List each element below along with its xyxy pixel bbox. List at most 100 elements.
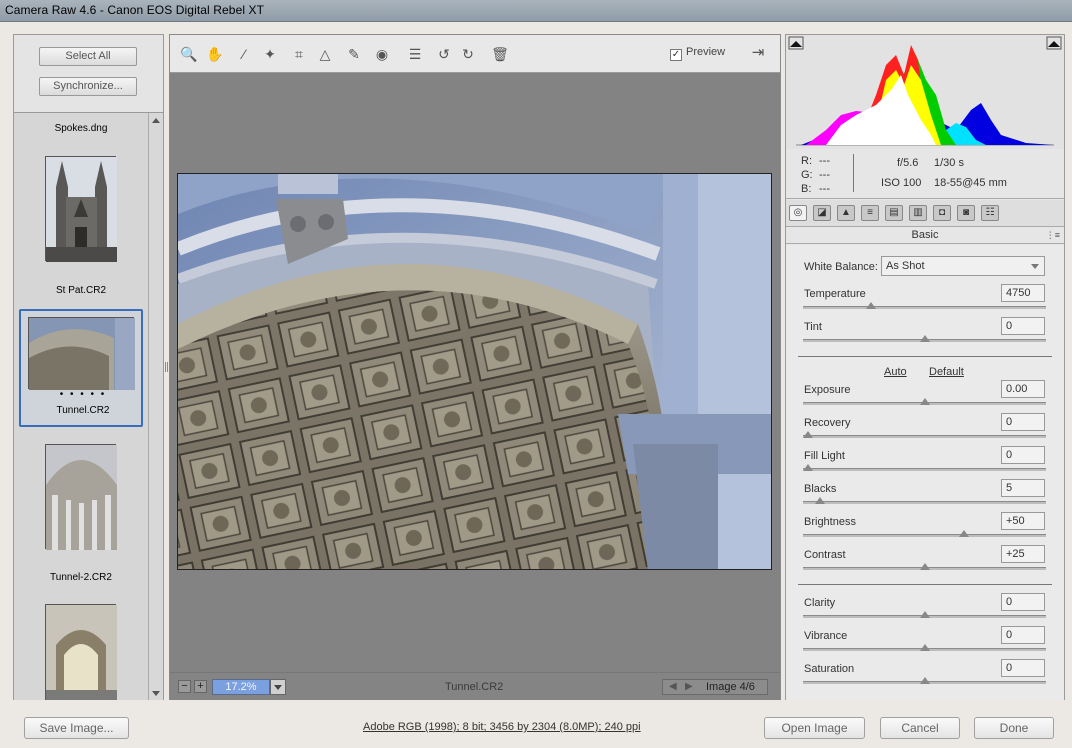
contrast-value-field[interactable]: +25 [1001,545,1045,563]
basic-tab-icon[interactable]: ◎ [789,205,807,221]
vibrance-value-field[interactable]: 0 [1001,626,1045,644]
recovery-slider[interactable] [803,431,1046,438]
saturation-value-field[interactable]: 0 [1001,659,1045,677]
zoom-level-field[interactable]: 17.2% [212,679,270,695]
filmstrip-thumbnail-next[interactable] [45,604,117,700]
filmstrip-item-selected[interactable]: • • • • • Tunnel.CR2 [19,309,143,427]
white-balance-value: As Shot [886,260,925,272]
temperature-slider[interactable] [803,302,1046,309]
fill-light-value-field[interactable]: 0 [1001,446,1045,464]
shutter-value: 1/30 s [934,157,964,169]
fill-light-label: Fill Light [804,450,845,462]
arcade-thumbnail-image [46,445,117,550]
fill-light-slider[interactable] [803,464,1046,471]
image-navigator: ◀ ▶ Image 4/6 [662,679,768,695]
previous-image-icon[interactable]: ◀ [669,681,677,692]
chevron-down-icon [274,685,282,690]
slider-thumb-icon[interactable] [815,497,825,504]
basic-panel-title: Basic [911,229,939,241]
default-link[interactable]: Default [929,366,964,378]
rotate-right-icon[interactable]: ↻ [458,45,478,63]
zoom-tool-icon[interactable]: 🔍 [179,45,199,63]
vibrance-slider[interactable] [803,644,1046,651]
recovery-value-field[interactable]: 0 [1001,413,1045,431]
workflow-options-link[interactable]: Adobe RGB (1998); 8 bit; 3456 by 2304 (8… [363,721,641,733]
slider-thumb-icon[interactable] [803,464,813,471]
select-all-button[interactable]: Select All [39,47,137,66]
white-balance-tool-icon[interactable]: ⁄ [234,45,254,63]
camera-calibration-tab-icon[interactable]: ◘ [933,205,951,221]
r-value: --- [819,155,830,167]
filmstrip-list[interactable]: Spokes.dng St Pat.CR2 • • • • • Tunnel.C… [14,112,163,700]
save-image-button[interactable]: Save Image... [24,717,129,739]
hsl-tab-icon[interactable]: ≡ [861,205,879,221]
split-toning-tab-icon[interactable]: ▤ [885,205,903,221]
camera-raw-window: Camera Raw 4.6 - Canon EOS Digital Rebel… [0,0,1072,748]
slider-thumb-icon[interactable] [920,611,930,618]
filmstrip-thumbnail-tunnel-2[interactable] [45,444,117,550]
detail-tab-icon[interactable]: ▲ [837,205,855,221]
scroll-up-icon[interactable] [152,118,160,123]
chevron-down-icon [1031,264,1039,269]
exposure-value-field[interactable]: 0.00 [1001,380,1045,398]
zoom-dropdown[interactable] [270,679,286,695]
filmstrip-thumbnail-tunnel[interactable] [28,317,135,390]
lens-corrections-tab-icon[interactable]: ▥ [909,205,927,221]
crop-tool-icon[interactable]: ⌗ [289,45,309,63]
trash-icon[interactable]: 🗑 [490,45,510,63]
tint-slider[interactable] [803,335,1046,342]
open-image-button[interactable]: Open Image [764,717,865,739]
temperature-value-field[interactable]: 4750 [1001,284,1045,302]
section-divider [798,356,1052,357]
done-button[interactable]: Done [974,717,1054,739]
color-sampler-tool-icon[interactable]: ✦ [260,45,280,63]
retouch-tool-icon[interactable]: ✎ [344,45,364,63]
filmstrip-scrollbar[interactable] [148,113,163,700]
snapshots-tab-icon[interactable]: ☷ [981,205,999,221]
preview-checkbox[interactable]: ✓ Preview [670,46,725,61]
slider-thumb-icon[interactable] [803,431,813,438]
next-image-icon[interactable]: ▶ [685,681,693,692]
brightness-value-field[interactable]: +50 [1001,512,1045,530]
hand-tool-icon[interactable]: ✋ [205,45,225,63]
red-eye-tool-icon[interactable]: ◉ [372,45,392,63]
contrast-slider[interactable] [803,563,1046,570]
basic-panel-header: Basic ⋮≡ [786,227,1064,244]
zoom-in-button[interactable]: + [194,680,207,693]
slider-thumb-icon[interactable] [920,644,930,651]
fullscreen-icon[interactable]: ⇥ [748,44,768,62]
tint-value-field[interactable]: 0 [1001,317,1045,335]
presets-tab-icon[interactable]: ◙ [957,205,975,221]
slider-thumb-icon[interactable] [920,677,930,684]
basic-panel-body: White Balance: As Shot Temperature 4750 Ti… [786,245,1064,700]
panel-menu-icon[interactable]: ⋮≡ [1046,227,1060,243]
main-preview-image[interactable] [177,173,772,570]
slider-thumb-icon[interactable] [920,398,930,405]
clarity-value-field[interactable]: 0 [1001,593,1045,611]
white-balance-select[interactable]: As Shot [881,256,1045,276]
blacks-slider[interactable] [803,497,1046,504]
preferences-icon[interactable]: ☰ [405,45,425,63]
checkbox-check-icon[interactable]: ✓ [670,49,682,61]
tone-curve-tab-icon[interactable]: ◪ [813,205,831,221]
rotate-left-icon[interactable]: ↺ [434,45,454,63]
panel-splitter[interactable] [165,362,168,372]
slider-thumb-icon[interactable] [920,335,930,342]
scroll-down-icon[interactable] [152,691,160,696]
straighten-tool-icon[interactable]: △ [315,45,335,63]
auto-link[interactable]: Auto [884,366,907,378]
blacks-value-field[interactable]: 5 [1001,479,1045,497]
cancel-button[interactable]: Cancel [880,717,960,739]
zoom-out-button[interactable]: − [178,680,191,693]
filmstrip-thumbnail-st-pat[interactable] [45,156,117,262]
slider-thumb-icon[interactable] [920,563,930,570]
brightness-slider[interactable] [803,530,1046,537]
slider-thumb-icon[interactable] [959,530,969,537]
rating-stars[interactable]: • • • • • [16,389,150,400]
exposure-slider[interactable] [803,398,1046,405]
blacks-label: Blacks [804,483,837,495]
synchronize-button[interactable]: Synchronize... [39,77,137,96]
slider-thumb-icon[interactable] [866,302,876,309]
clarity-slider[interactable] [803,611,1046,618]
saturation-slider[interactable] [803,677,1046,684]
